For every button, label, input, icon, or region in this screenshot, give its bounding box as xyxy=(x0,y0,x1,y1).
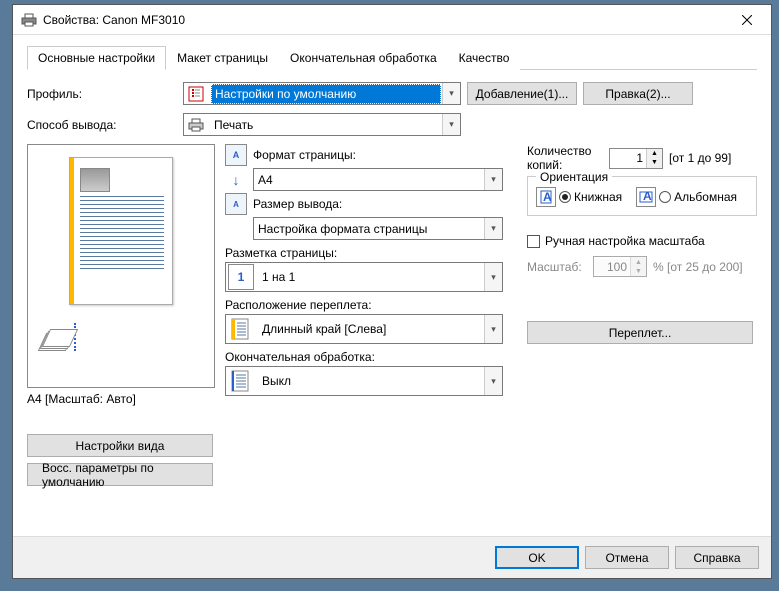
printer-icon xyxy=(21,13,37,27)
orientation-legend: Ориентация xyxy=(536,170,612,184)
output-combo[interactable]: Печать ▾ xyxy=(183,113,461,136)
output-value: Печать xyxy=(210,116,442,134)
tab-layout[interactable]: Макет страницы xyxy=(166,46,279,70)
scale-label: Масштаб: xyxy=(527,260,587,274)
copies-range: [от 1 до 99] xyxy=(669,151,731,165)
chevron-down-icon: ▾ xyxy=(484,367,502,395)
print-icon xyxy=(186,115,206,135)
profile-combo[interactable]: Настройки по умолчанию ▾ xyxy=(183,82,461,105)
preview-column: A4 [Масштаб: Авто] Настройки вида Восс. … xyxy=(27,144,215,486)
chevron-down-icon: ▾ xyxy=(484,315,502,343)
bottom-bar: OK Отмена Справка xyxy=(13,536,771,578)
restore-defaults-button[interactable]: Восс. параметры по умолчанию xyxy=(27,463,213,486)
page-size-label: Формат страницы: xyxy=(253,148,356,162)
binding-value: Длинный край [Слева] xyxy=(258,320,484,338)
output-size-value: Настройка формата страницы xyxy=(254,220,484,238)
scale-spinner: ▲▼ xyxy=(593,256,647,277)
profile-label: Профиль: xyxy=(27,87,177,101)
close-button[interactable] xyxy=(725,6,769,34)
binding-icon xyxy=(228,316,254,342)
tab-strip: Основные настройки Макет страницы Оконча… xyxy=(27,45,757,70)
page-preview xyxy=(69,157,173,305)
orientation-fieldset: Ориентация A Книжная A Альбомная xyxy=(527,176,757,216)
chevron-down-icon: ▾ xyxy=(484,169,502,190)
chevron-down-icon: ▾ xyxy=(484,263,502,291)
binding-combo[interactable]: Длинный край [Слева] ▾ xyxy=(225,314,503,344)
page-layout-label: Разметка страницы: xyxy=(225,246,517,260)
radio-checked-icon xyxy=(559,191,571,203)
profile-value: Настройки по умолчанию xyxy=(211,84,441,104)
edit-profile-button[interactable]: Правка(2)... xyxy=(583,82,693,105)
scale-input xyxy=(594,259,630,275)
tab-finishing[interactable]: Окончательная обработка xyxy=(279,46,448,70)
main-area: A4 [Масштаб: Авто] Настройки вида Восс. … xyxy=(27,144,757,486)
checkbox-icon xyxy=(527,235,540,248)
page-size-icon: A xyxy=(225,144,247,166)
ok-button[interactable]: OK xyxy=(495,546,579,569)
orientation-landscape[interactable]: A Альбомная xyxy=(636,187,737,207)
page-layout-combo[interactable]: 1 1 на 1 ▾ xyxy=(225,262,503,292)
preview-box xyxy=(27,144,215,388)
thumbnail-icon xyxy=(80,168,110,192)
view-settings-button[interactable]: Настройки вида xyxy=(27,434,213,457)
profile-row: Профиль: Настройки по умолчанию ▾ Добавл… xyxy=(27,82,757,105)
properties-dialog: Свойства: Canon MF3010 Основные настройк… xyxy=(12,4,772,579)
svg-text:A: A xyxy=(643,191,652,203)
portrait-icon: A xyxy=(536,187,556,207)
output-size-label: Размер вывода: xyxy=(253,197,342,211)
add-profile-button[interactable]: Добавление(1)... xyxy=(467,82,577,105)
binding-label: Расположение переплета: xyxy=(225,298,517,312)
finishing-value: Выкл xyxy=(258,372,484,390)
binding-button[interactable]: Переплет... xyxy=(527,321,753,344)
output-row: Способ вывода: Печать ▾ xyxy=(27,113,757,136)
copies-label: Количество копий: xyxy=(527,144,603,172)
close-icon xyxy=(742,15,752,25)
radio-icon xyxy=(659,191,671,203)
page-size-combo[interactable]: A4 ▾ xyxy=(253,168,503,191)
chevron-down-icon: ▾ xyxy=(442,83,460,104)
client-area: Основные настройки Макет страницы Оконча… xyxy=(13,35,771,496)
copies-input[interactable] xyxy=(610,150,646,166)
chevron-down-icon: ▾ xyxy=(484,218,502,239)
stack-icon xyxy=(42,323,76,351)
orientation-portrait[interactable]: A Книжная xyxy=(536,187,622,207)
titlebar: Свойства: Canon MF3010 xyxy=(13,5,771,35)
chevron-down-icon: ▾ xyxy=(442,114,460,135)
svg-text:A: A xyxy=(543,190,552,204)
scale-suffix: % [от 25 до 200] xyxy=(653,260,743,274)
output-label: Способ вывода: xyxy=(27,118,177,132)
finishing-icon xyxy=(228,368,254,394)
output-size-icon: A xyxy=(225,193,247,215)
cancel-button[interactable]: Отмена xyxy=(585,546,669,569)
tab-quality[interactable]: Качество xyxy=(448,46,521,70)
landscape-icon: A xyxy=(636,187,656,207)
finishing-label: Окончательная обработка: xyxy=(225,350,517,364)
copies-spinner[interactable]: ▲▼ xyxy=(609,148,663,169)
preview-caption: A4 [Масштаб: Авто] xyxy=(27,392,215,406)
right-column: Количество копий: ▲▼ [от 1 до 99] Ориент… xyxy=(527,144,757,486)
output-size-combo[interactable]: Настройка формата страницы ▾ xyxy=(253,217,503,240)
manual-scale-checkbox[interactable]: Ручная настройка масштаба xyxy=(527,234,705,248)
finishing-combo[interactable]: Выкл ▾ xyxy=(225,366,503,396)
page-size-value: A4 xyxy=(254,171,484,189)
spinner-arrows[interactable]: ▲▼ xyxy=(646,149,662,168)
settings-column: A Формат страницы: ↓ A4 ▾ A Размер вывод… xyxy=(225,144,517,486)
profile-icon xyxy=(186,84,206,104)
tab-basic[interactable]: Основные настройки xyxy=(27,46,166,70)
layout-icon: 1 xyxy=(228,264,254,290)
arrow-down-icon: ↓ xyxy=(225,172,247,188)
page-layout-value: 1 на 1 xyxy=(258,268,484,286)
window-title: Свойства: Canon MF3010 xyxy=(43,13,725,27)
help-button[interactable]: Справка xyxy=(675,546,759,569)
